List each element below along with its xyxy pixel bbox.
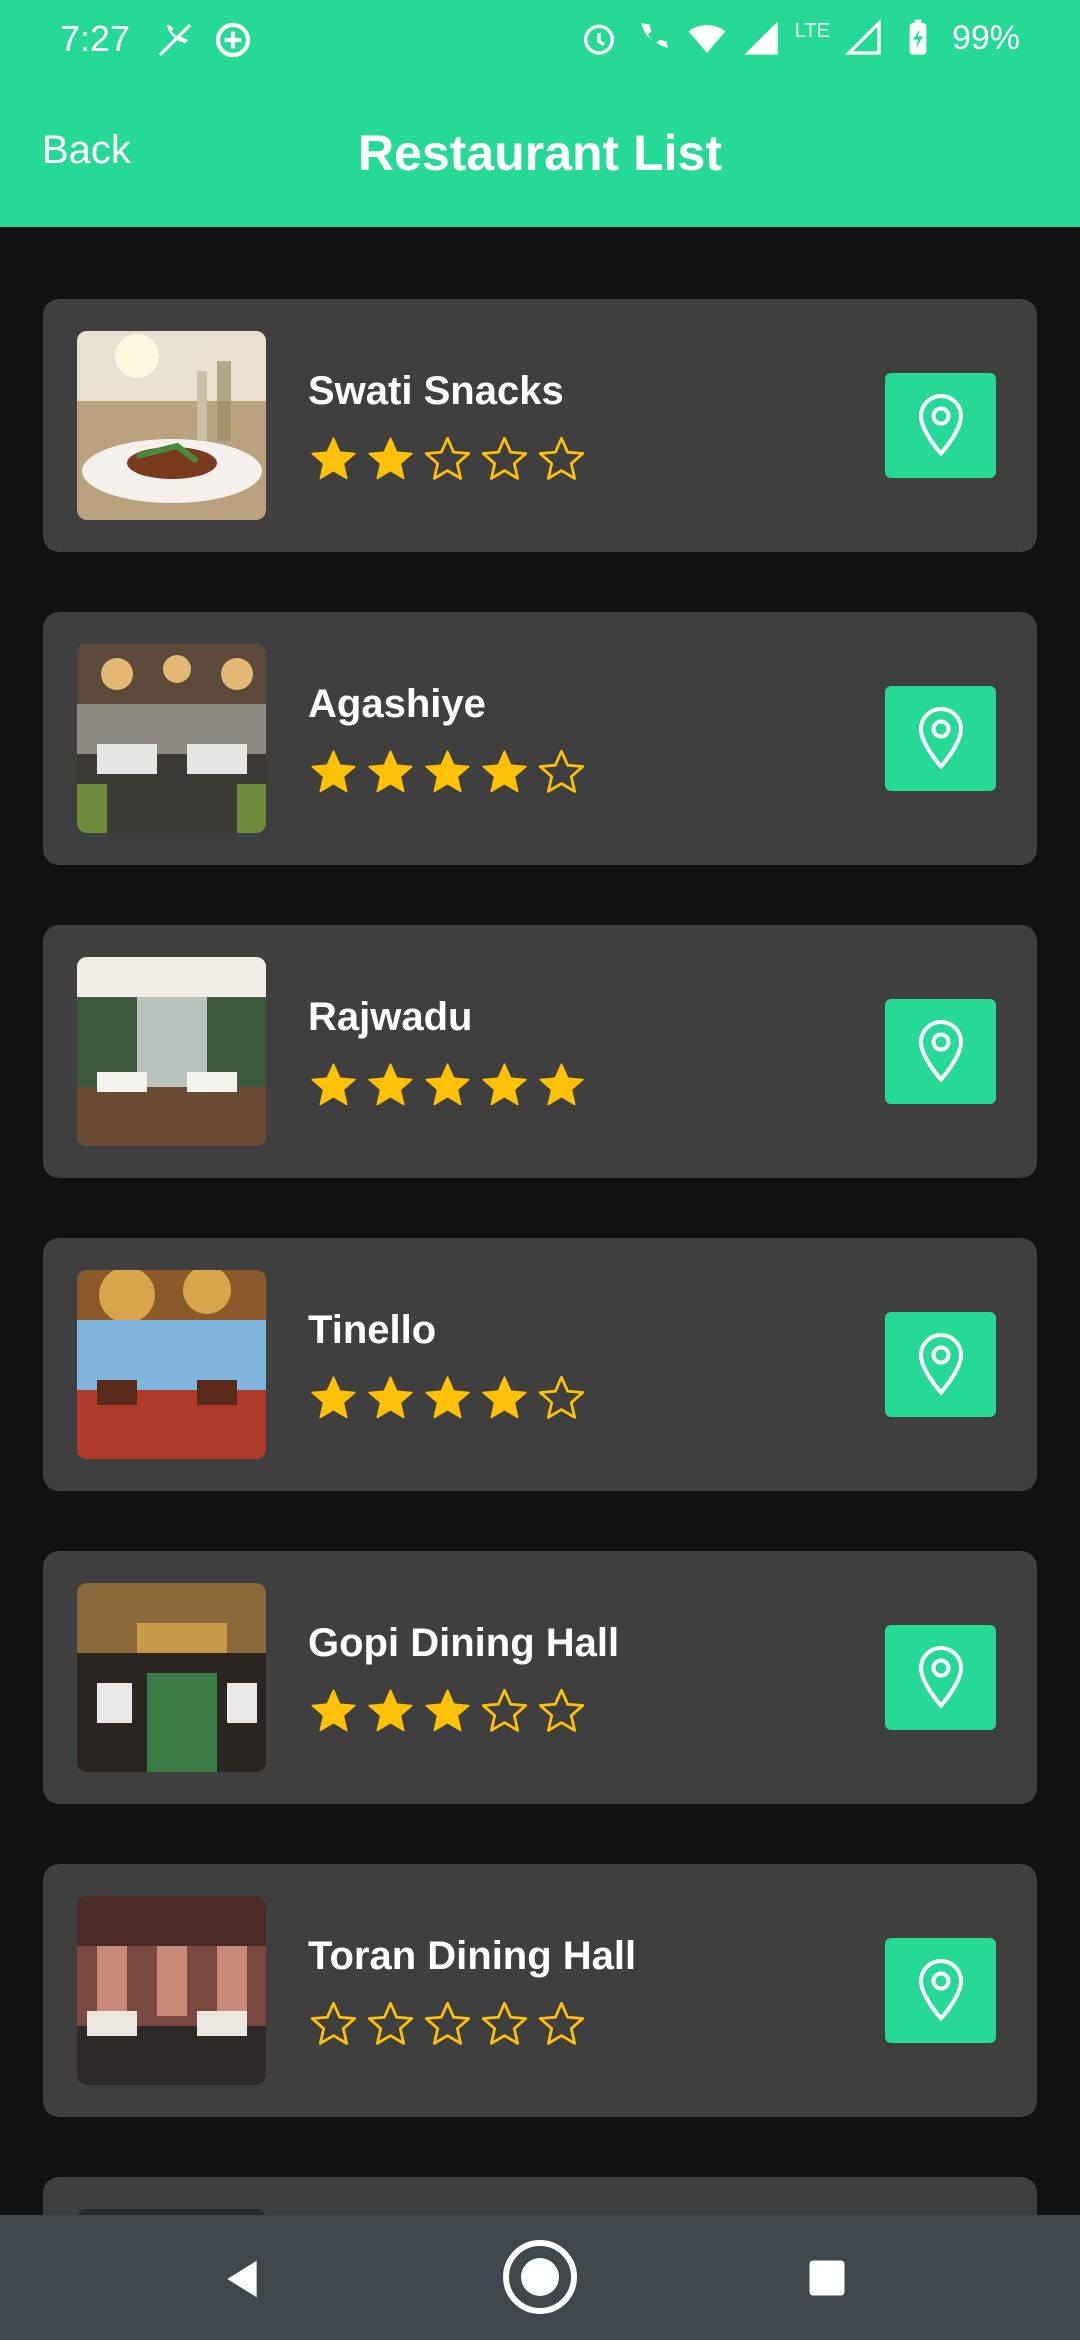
restaurant-image — [77, 957, 266, 1146]
star-empty-icon — [538, 1375, 585, 1419]
nav-back-icon[interactable] — [220, 2257, 264, 2301]
mute-call-icon — [158, 23, 192, 57]
signal-icon — [744, 21, 778, 55]
star-empty-icon — [481, 436, 528, 480]
restaurant-image — [77, 1270, 266, 1459]
star-filled-icon — [482, 750, 527, 793]
data-saver-icon — [215, 22, 251, 58]
star-empty-icon — [310, 2001, 357, 2045]
restaurant-name: Agashiye — [308, 682, 486, 726]
status-bar: 7:27 LTE 99% — [0, 0, 1080, 80]
star-rating — [308, 434, 587, 485]
star-empty-icon — [538, 436, 585, 480]
star-empty-icon — [538, 2001, 585, 2045]
star-empty-icon — [424, 2001, 471, 2045]
system-nav-bar — [0, 2215, 1080, 2340]
star-filled-icon — [482, 1376, 527, 1419]
app-bar: Back Restaurant List — [0, 80, 1080, 227]
wifi-calling-icon — [641, 23, 668, 48]
star-empty-icon — [481, 1688, 528, 1732]
location-pin-icon — [918, 393, 963, 457]
restaurant-list[interactable]: Swati Snacks Agashiye Rajwadu Tinello Go… — [0, 227, 1080, 2215]
alarm-icon — [583, 24, 614, 55]
star-filled-icon — [368, 1376, 413, 1419]
star-filled-icon — [539, 1063, 584, 1106]
page-title: Restaurant List — [358, 125, 722, 181]
network-type: LTE — [794, 19, 830, 42]
restaurant-card[interactable] — [43, 2177, 1037, 2215]
star-empty-icon — [367, 2001, 414, 2045]
restaurant-name: Gopi Dining Hall — [308, 1621, 620, 1665]
status-time: 7:27 — [60, 18, 131, 59]
restaurant-name: Swati Snacks — [308, 369, 564, 413]
star-filled-icon — [425, 1689, 470, 1732]
restaurant-image — [77, 1583, 266, 1772]
wifi-icon — [688, 25, 726, 53]
star-filled-icon — [482, 1063, 527, 1106]
star-filled-icon — [368, 1689, 413, 1732]
restaurant-image — [77, 1896, 266, 2085]
restaurant-image — [77, 331, 266, 520]
map-location-button[interactable] — [885, 686, 996, 791]
star-empty-icon — [538, 1688, 585, 1732]
map-location-button[interactable] — [885, 1625, 996, 1730]
star-rating — [308, 1999, 587, 2050]
star-empty-icon — [538, 749, 585, 793]
location-pin-icon — [918, 706, 963, 770]
star-filled-icon — [425, 1063, 470, 1106]
map-location-button[interactable] — [885, 999, 996, 1104]
star-filled-icon — [368, 750, 413, 793]
nav-home-icon[interactable] — [500, 2237, 580, 2317]
battery-level: 99% — [951, 18, 1020, 57]
star-empty-icon — [424, 436, 471, 480]
restaurant-name: Rajwadu — [308, 995, 473, 1039]
star-filled-icon — [425, 750, 470, 793]
star-rating — [308, 1060, 587, 1111]
map-location-button[interactable] — [885, 1938, 996, 2043]
map-location-button[interactable] — [885, 1312, 996, 1417]
restaurant-card[interactable]: Swati Snacks — [43, 299, 1037, 552]
star-filled-icon — [311, 750, 356, 793]
restaurant-card[interactable]: Rajwadu — [43, 925, 1037, 1178]
restaurant-name: Tinello — [308, 1308, 437, 1352]
restaurant-card[interactable]: Agashiye — [43, 612, 1037, 865]
star-empty-icon — [481, 2001, 528, 2045]
star-rating — [308, 747, 587, 798]
map-location-button[interactable] — [885, 373, 996, 478]
star-filled-icon — [425, 1376, 470, 1419]
star-filled-icon — [368, 1063, 413, 1106]
location-pin-icon — [918, 1332, 963, 1396]
restaurant-name: Toran Dining Hall — [308, 1934, 637, 1978]
location-pin-icon — [918, 1019, 963, 1083]
star-filled-icon — [311, 437, 356, 480]
restaurant-card[interactable]: Tinello — [43, 1238, 1037, 1491]
restaurant-image — [77, 644, 266, 833]
star-rating — [308, 1373, 587, 1424]
location-pin-icon — [918, 1645, 963, 1709]
nav-recents-icon[interactable] — [806, 2257, 848, 2299]
star-filled-icon — [311, 1689, 356, 1732]
location-pin-icon — [918, 1958, 963, 2022]
battery-charging-icon — [909, 19, 927, 55]
star-filled-icon — [368, 437, 413, 480]
restaurant-card[interactable]: Toran Dining Hall — [43, 1864, 1037, 2117]
star-filled-icon — [311, 1376, 356, 1419]
star-rating — [308, 1686, 587, 1737]
signal-icon — [844, 18, 881, 55]
star-filled-icon — [311, 1063, 356, 1106]
restaurant-card[interactable]: Gopi Dining Hall — [43, 1551, 1037, 1804]
